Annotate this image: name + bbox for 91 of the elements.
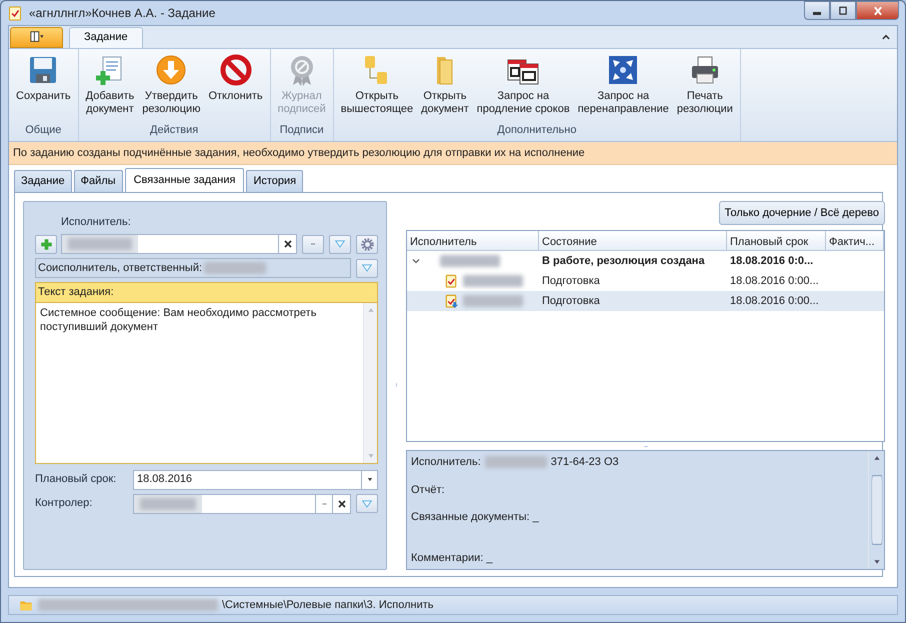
window-title: «агнллнгл»Кочнев А.А. - Задание [29, 4, 216, 22]
table-cell-text: 18.08.2016 0:0... [729, 254, 814, 270]
table-row[interactable]: Подготовка 18.08.2016 0:00... [407, 291, 884, 312]
triangle-down-icon [359, 498, 375, 509]
table-cell-text: Подготовка [541, 294, 601, 310]
task-check-icon [444, 273, 459, 290]
date-field[interactable]: 18.08.2016 [133, 470, 378, 490]
field-label: Исполнитель: [60, 214, 132, 230]
table-cell-text: Подготовка [541, 274, 601, 290]
scroll-down-icon [872, 559, 880, 566]
maximize-icon [837, 6, 849, 16]
scroll-thumb-icon [870, 475, 882, 546]
redacted-name [463, 295, 523, 308]
gear-icon [360, 238, 374, 251]
section-header: Текст задания: [35, 282, 378, 302]
tab[interactable]: История [246, 170, 304, 192]
expand-arrows-icon [607, 54, 640, 86]
maximize-button[interactable] [830, 1, 856, 20]
close-icon [284, 240, 292, 248]
field-label: Соисполнитель, ответственный: [38, 260, 202, 276]
redacted-name [463, 275, 523, 288]
close-icon [338, 500, 346, 508]
detail-label: Отчёт: [411, 482, 446, 498]
redacted-name [68, 238, 132, 250]
table-cell-text: 18.08.2016 0:00... [729, 294, 820, 310]
field-label: Плановый срок: [35, 472, 118, 488]
tab[interactable]: Файлы [74, 170, 123, 192]
table-cell-text: 18.08.2016 0:00... [729, 274, 820, 290]
folder-path: \Системные\Ролевые папки\3. Исполнить [222, 598, 434, 613]
group-label: Общие [24, 123, 62, 138]
redacted-name [484, 456, 547, 468]
ribbon-button[interactable]: Добавить документ [82, 50, 138, 122]
ribbon-button[interactable]: Открыть документ [418, 50, 472, 122]
dropdown-button[interactable] [356, 494, 378, 514]
settings-button[interactable] [356, 234, 378, 254]
plus-icon [40, 238, 52, 251]
chevron-down-icon[interactable] [412, 257, 420, 266]
detail-label: Комментарии: _ [411, 550, 494, 566]
task-download-icon [444, 293, 459, 310]
more-button[interactable] [302, 234, 324, 254]
detail-label: Связанные документы: _ [411, 510, 540, 526]
scroll-up-icon [872, 455, 880, 462]
column-header[interactable]: Фактич... [826, 231, 884, 250]
group-label: Дополнительно [496, 123, 578, 138]
table-row[interactable]: Подготовка 18.08.2016 0:00... [407, 271, 884, 292]
ribbon-button[interactable]: Запрос на перенаправление [574, 50, 672, 122]
column-header[interactable]: Плановый срок [727, 231, 826, 250]
minimize-button[interactable] [804, 1, 830, 20]
caret-down-icon [366, 477, 374, 482]
triangle-down-icon [359, 263, 375, 274]
group-label: Действия [149, 123, 200, 138]
scrollbar[interactable] [868, 451, 884, 570]
prohibited-icon [220, 54, 252, 86]
ribbon-tab[interactable]: Задание [69, 26, 143, 48]
app-menu-button[interactable] [10, 26, 63, 48]
table-row[interactable]: В работе, резолюция создана 18.08.2016 0:0... [407, 251, 884, 272]
ribbon-button[interactable]: Печать резолюции [674, 50, 736, 122]
ribbon-button[interactable]: Сохранить [13, 50, 74, 122]
controller-field[interactable] [133, 494, 351, 514]
tab[interactable]: Задание [14, 170, 72, 192]
redacted-name [140, 498, 196, 510]
redacted-name [204, 262, 266, 274]
add-button[interactable] [35, 234, 57, 254]
minimize-icon [813, 12, 821, 15]
dropdown-button[interactable] [329, 234, 351, 254]
ribbon-button[interactable]: Открыть вышестоящее [338, 50, 416, 122]
dropdown-button[interactable] [356, 258, 378, 278]
triangle-down-icon [332, 239, 348, 250]
ribbon-button[interactable]: Запрос на продление сроков [474, 50, 573, 122]
toggle-view-button[interactable]: Только дочерние / Всё дерево [718, 200, 885, 226]
field-label: Контролер: [35, 496, 94, 512]
scroll-up-icon [366, 306, 374, 313]
close-icon [872, 6, 884, 16]
ribbon-button[interactable]: Отклонить [205, 50, 266, 122]
scrollbar[interactable] [363, 302, 377, 463]
down-arrow-circle-icon [155, 54, 188, 86]
column-header[interactable]: Исполнитель [407, 231, 539, 250]
close-button[interactable] [856, 1, 899, 20]
column-header[interactable]: Состояние [539, 231, 727, 250]
tab[interactable]: Связанные задания [124, 168, 244, 192]
folder-icon [18, 598, 34, 612]
scroll-down-icon [366, 452, 374, 459]
group-label: Подписи [278, 123, 325, 138]
info-message: По заданию созданы подчинённые задания, необходимо утвердить резолюцию для отправки их на исполнение [9, 142, 897, 166]
detail-label: Исполнитель: [411, 455, 481, 470]
ribbon-button[interactable]: Утвердить резолюцию [139, 50, 204, 122]
executor-field[interactable] [61, 234, 297, 254]
task-check-icon [7, 4, 23, 21]
redacted-name [440, 255, 500, 268]
table-cell-text: В работе, резолюция создана [541, 254, 706, 270]
phone-text: 371-64-23 О3 [550, 455, 619, 470]
